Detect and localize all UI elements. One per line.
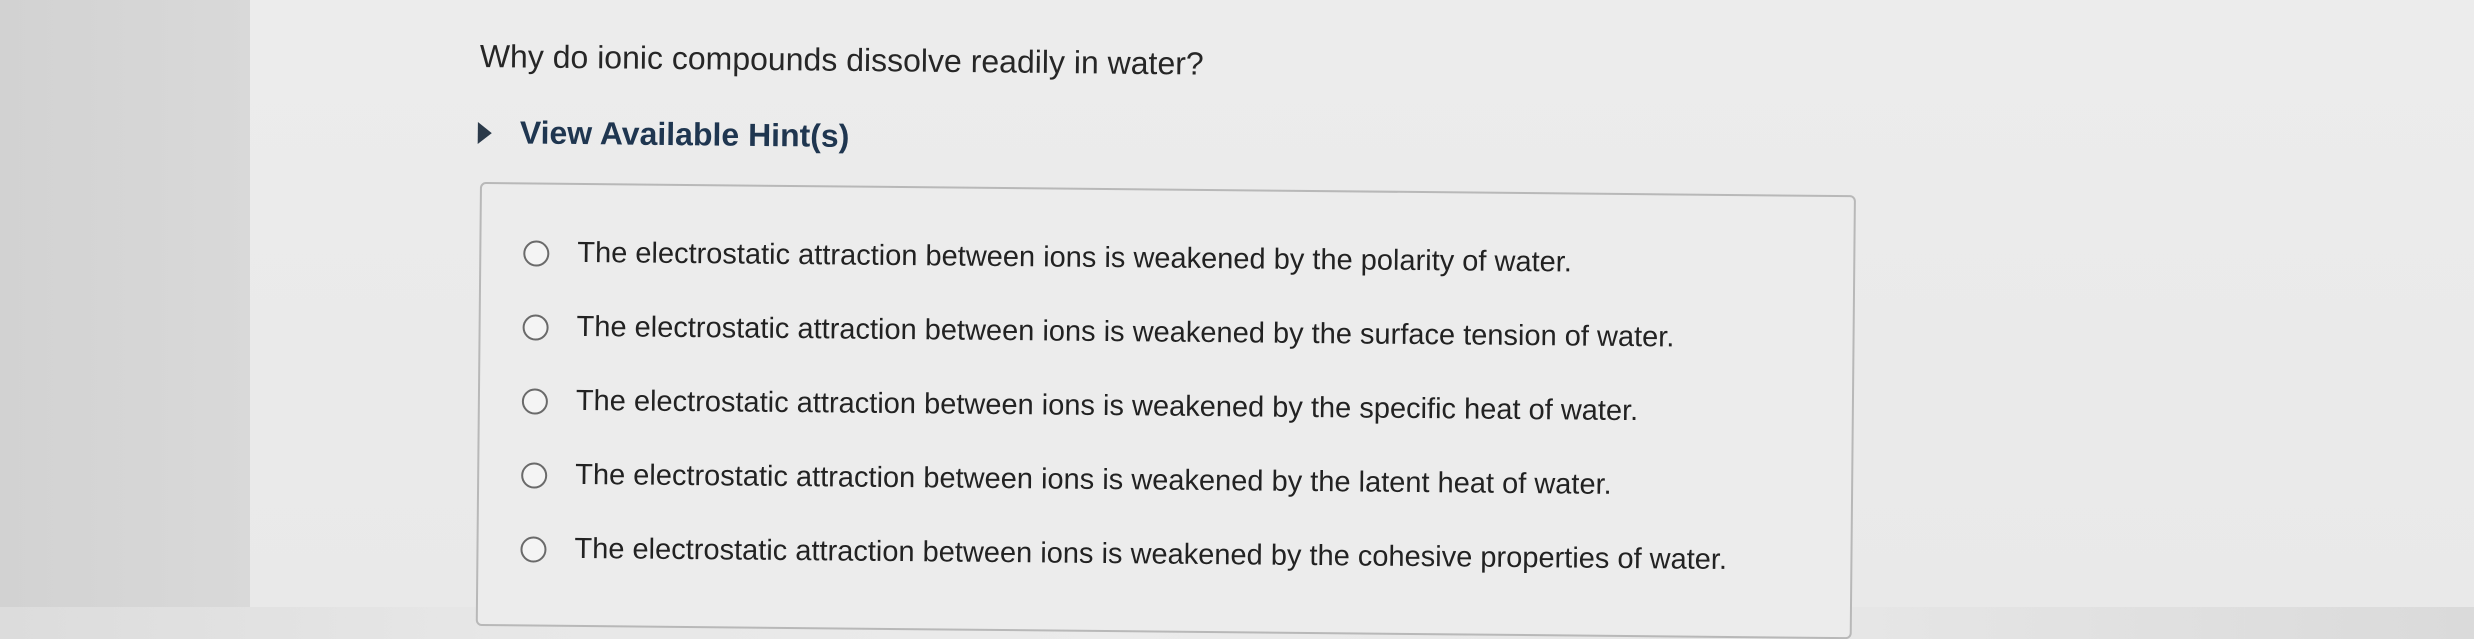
radio-button[interactable] bbox=[521, 387, 549, 415]
answer-option-1[interactable]: The electrostatic attraction between ion… bbox=[523, 236, 1572, 279]
answer-option-label: The electrostatic attraction between ion… bbox=[575, 458, 1612, 501]
answer-option-label: The electrostatic attraction between ion… bbox=[577, 236, 1573, 279]
answer-option-2[interactable]: The electrostatic attraction between ion… bbox=[522, 310, 1674, 354]
radio-button[interactable] bbox=[522, 313, 549, 341]
radio-button[interactable] bbox=[520, 535, 547, 563]
question-text: Why do ionic compounds dissolve readily … bbox=[479, 38, 1204, 82]
radio-button[interactable] bbox=[521, 461, 548, 489]
answer-option-label: The electrostatic attraction between ion… bbox=[576, 310, 1675, 354]
view-hints-label: View Available Hint(s) bbox=[519, 114, 850, 154]
answer-options-box: The electrostatic attraction between ion… bbox=[475, 182, 1856, 639]
view-hints-toggle[interactable]: View Available Hint(s) bbox=[477, 114, 850, 155]
left-gutter bbox=[0, 0, 251, 607]
answer-option-label: The electrostatic attraction between ion… bbox=[574, 532, 1728, 576]
answer-option-4[interactable]: The electrostatic attraction between ion… bbox=[521, 458, 1612, 501]
radio-button[interactable] bbox=[523, 239, 550, 267]
triangle-right-icon bbox=[477, 121, 492, 144]
answer-option-3[interactable]: The electrostatic attraction between ion… bbox=[521, 384, 1639, 428]
answer-option-5[interactable]: The electrostatic attraction between ion… bbox=[520, 532, 1727, 577]
answer-option-label: The electrostatic attraction between ion… bbox=[575, 384, 1639, 428]
